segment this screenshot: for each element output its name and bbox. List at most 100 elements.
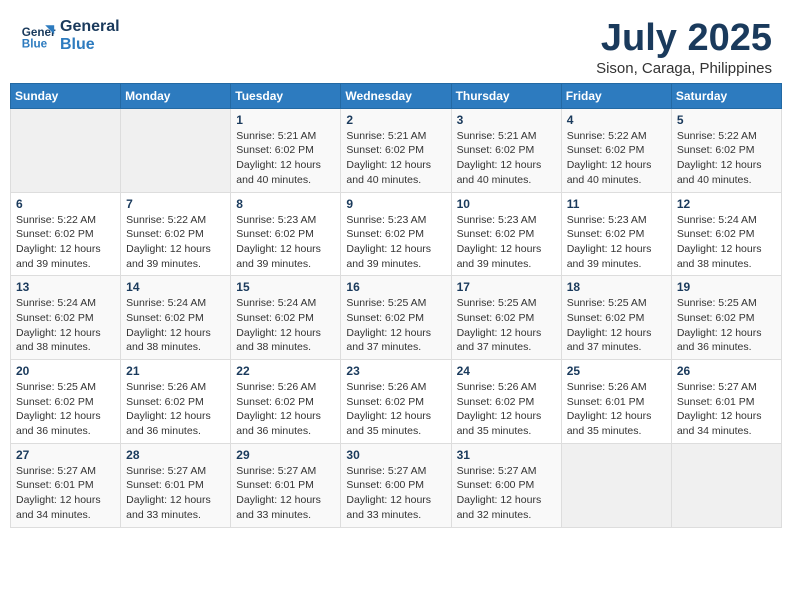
- calendar-cell: 27Sunrise: 5:27 AMSunset: 6:01 PMDayligh…: [11, 443, 121, 527]
- day-info: Sunrise: 5:21 AMSunset: 6:02 PMDaylight:…: [236, 129, 335, 188]
- day-number: 31: [457, 448, 556, 462]
- day-number: 8: [236, 197, 335, 211]
- calendar-cell: 8 Sunrise: 5:23 AMSunset: 6:02 PMDaylight…: [231, 192, 341, 276]
- day-number: 12: [677, 197, 776, 211]
- weekday-header-friday: Friday: [561, 83, 671, 108]
- calendar-cell: 6 Sunrise: 5:22 AMSunset: 6:02 PMDaylight…: [11, 192, 121, 276]
- day-info: Sunrise: 5:21 AMSunset: 6:02 PMDaylight:…: [346, 129, 445, 188]
- calendar-cell: [561, 443, 671, 527]
- calendar-week-4: 20 Sunrise: 5:25 AMSunset: 6:02 PMDayligh…: [11, 360, 782, 444]
- calendar-cell: 11 Sunrise: 5:23 AMSunset: 6:02 PMDayligh…: [561, 192, 671, 276]
- day-info: Sunrise: 5:23 AMSunset: 6:02 PMDaylight:…: [346, 213, 445, 272]
- day-info: Sunrise: 5:24 AMSunset: 6:02 PMDaylight:…: [236, 296, 335, 355]
- day-number: 19: [677, 280, 776, 294]
- day-info: Sunrise: 5:23 AMSunset: 6:02 PMDaylight:…: [567, 213, 666, 272]
- day-info: Sunrise: 5:25 AMSunset: 6:02 PMDaylight:…: [346, 296, 445, 355]
- calendar-cell: 2Sunrise: 5:21 AMSunset: 6:02 PMDaylight…: [341, 108, 451, 192]
- day-number: 24: [457, 364, 556, 378]
- weekday-header-thursday: Thursday: [451, 83, 561, 108]
- day-number: 6: [16, 197, 115, 211]
- calendar-cell: 28 Sunrise: 5:27 AMSunset: 6:01 PMDayligh…: [121, 443, 231, 527]
- day-number: 29: [236, 448, 335, 462]
- day-info: Sunrise: 5:24 AMSunset: 6:02 PMDaylight:…: [677, 213, 776, 272]
- page-header: General Blue General Blue July 2025 Siso…: [10, 10, 782, 83]
- day-info: Sunrise: 5:26 AMSunset: 6:02 PMDaylight:…: [236, 380, 335, 439]
- logo-icon: General Blue: [20, 18, 56, 54]
- weekday-header-sunday: Sunday: [11, 83, 121, 108]
- calendar-cell: 12 Sunrise: 5:24 AMSunset: 6:02 PMDayligh…: [671, 192, 781, 276]
- weekday-header-saturday: Saturday: [671, 83, 781, 108]
- calendar-cell: 1 Sunrise: 5:21 AMSunset: 6:02 PMDaylight…: [231, 108, 341, 192]
- day-number: 21: [126, 364, 225, 378]
- day-number: 13: [16, 280, 115, 294]
- day-number: 28: [126, 448, 225, 462]
- weekday-header-tuesday: Tuesday: [231, 83, 341, 108]
- logo-text-blue: Blue: [60, 36, 120, 54]
- logo-text-general: General: [60, 18, 120, 36]
- day-info: Sunrise: 5:25 AMSunset: 6:02 PMDaylight:…: [16, 380, 115, 439]
- day-number: 18: [567, 280, 666, 294]
- day-number: 22: [236, 364, 335, 378]
- day-info: Sunrise: 5:22 AMSunset: 6:02 PMDaylight:…: [677, 129, 776, 188]
- day-info: Sunrise: 5:27 AMSunset: 6:01 PMDaylight:…: [126, 464, 225, 523]
- calendar-cell: 20 Sunrise: 5:25 AMSunset: 6:02 PMDayligh…: [11, 360, 121, 444]
- day-info: Sunrise: 5:27 AMSunset: 6:01 PMDaylight:…: [16, 464, 115, 523]
- logo: General Blue General Blue: [20, 18, 120, 54]
- calendar-cell: 15 Sunrise: 5:24 AMSunset: 6:02 PMDayligh…: [231, 276, 341, 360]
- day-info: Sunrise: 5:26 AMSunset: 6:02 PMDaylight:…: [126, 380, 225, 439]
- day-info: Sunrise: 5:22 AMSunset: 6:02 PMDaylight:…: [567, 129, 666, 188]
- day-number: 4: [567, 113, 666, 127]
- calendar-cell: 13 Sunrise: 5:24 AMSunset: 6:02 PMDayligh…: [11, 276, 121, 360]
- day-info: Sunrise: 5:27 AMSunset: 6:00 PMDaylight:…: [346, 464, 445, 523]
- day-number: 3: [457, 113, 556, 127]
- day-info: Sunrise: 5:24 AMSunset: 6:02 PMDaylight:…: [16, 296, 115, 355]
- day-number: 20: [16, 364, 115, 378]
- calendar-cell: 26Sunrise: 5:27 AMSunset: 6:01 PMDayligh…: [671, 360, 781, 444]
- calendar-cell: 25 Sunrise: 5:26 AMSunset: 6:01 PMDayligh…: [561, 360, 671, 444]
- calendar-table: SundayMondayTuesdayWednesdayThursdayFrid…: [10, 83, 782, 528]
- day-info: Sunrise: 5:23 AMSunset: 6:02 PMDaylight:…: [457, 213, 556, 272]
- day-number: 14: [126, 280, 225, 294]
- day-info: Sunrise: 5:26 AMSunset: 6:02 PMDaylight:…: [346, 380, 445, 439]
- day-number: 15: [236, 280, 335, 294]
- day-info: Sunrise: 5:23 AMSunset: 6:02 PMDaylight:…: [236, 213, 335, 272]
- weekday-header-monday: Monday: [121, 83, 231, 108]
- day-number: 25: [567, 364, 666, 378]
- calendar-cell: [671, 443, 781, 527]
- calendar-cell: 21 Sunrise: 5:26 AMSunset: 6:02 PMDayligh…: [121, 360, 231, 444]
- calendar-cell: 4 Sunrise: 5:22 AMSunset: 6:02 PMDaylight…: [561, 108, 671, 192]
- day-info: Sunrise: 5:27 AMSunset: 6:01 PMDaylight:…: [236, 464, 335, 523]
- calendar-week-1: 1 Sunrise: 5:21 AMSunset: 6:02 PMDaylight…: [11, 108, 782, 192]
- day-number: 16: [346, 280, 445, 294]
- svg-text:Blue: Blue: [22, 38, 48, 51]
- day-number: 9: [346, 197, 445, 211]
- day-number: 17: [457, 280, 556, 294]
- calendar-week-5: 27Sunrise: 5:27 AMSunset: 6:01 PMDayligh…: [11, 443, 782, 527]
- month-title: July 2025: [596, 18, 772, 60]
- calendar-cell: [11, 108, 121, 192]
- day-info: Sunrise: 5:27 AMSunset: 6:00 PMDaylight:…: [457, 464, 556, 523]
- day-info: Sunrise: 5:25 AMSunset: 6:02 PMDaylight:…: [457, 296, 556, 355]
- calendar-cell: 7Sunrise: 5:22 AMSunset: 6:02 PMDaylight…: [121, 192, 231, 276]
- calendar-cell: [121, 108, 231, 192]
- day-info: Sunrise: 5:26 AMSunset: 6:02 PMDaylight:…: [457, 380, 556, 439]
- day-info: Sunrise: 5:21 AMSunset: 6:02 PMDaylight:…: [457, 129, 556, 188]
- calendar-cell: 29 Sunrise: 5:27 AMSunset: 6:01 PMDayligh…: [231, 443, 341, 527]
- calendar-cell: 30Sunrise: 5:27 AMSunset: 6:00 PMDayligh…: [341, 443, 451, 527]
- weekday-header-wednesday: Wednesday: [341, 83, 451, 108]
- day-info: Sunrise: 5:25 AMSunset: 6:02 PMDaylight:…: [677, 296, 776, 355]
- calendar-cell: 17 Sunrise: 5:25 AMSunset: 6:02 PMDayligh…: [451, 276, 561, 360]
- calendar-cell: 9 Sunrise: 5:23 AMSunset: 6:02 PMDaylight…: [341, 192, 451, 276]
- day-number: 1: [236, 113, 335, 127]
- calendar-cell: 22 Sunrise: 5:26 AMSunset: 6:02 PMDayligh…: [231, 360, 341, 444]
- calendar-cell: 24 Sunrise: 5:26 AMSunset: 6:02 PMDayligh…: [451, 360, 561, 444]
- day-info: Sunrise: 5:26 AMSunset: 6:01 PMDaylight:…: [567, 380, 666, 439]
- day-number: 23: [346, 364, 445, 378]
- day-number: 26: [677, 364, 776, 378]
- calendar-cell: 23 Sunrise: 5:26 AMSunset: 6:02 PMDayligh…: [341, 360, 451, 444]
- title-block: July 2025 Sison, Caraga, Philippines: [596, 18, 772, 77]
- day-info: Sunrise: 5:22 AMSunset: 6:02 PMDaylight:…: [16, 213, 115, 272]
- location-subtitle: Sison, Caraga, Philippines: [596, 60, 772, 77]
- day-number: 7: [126, 197, 225, 211]
- day-number: 11: [567, 197, 666, 211]
